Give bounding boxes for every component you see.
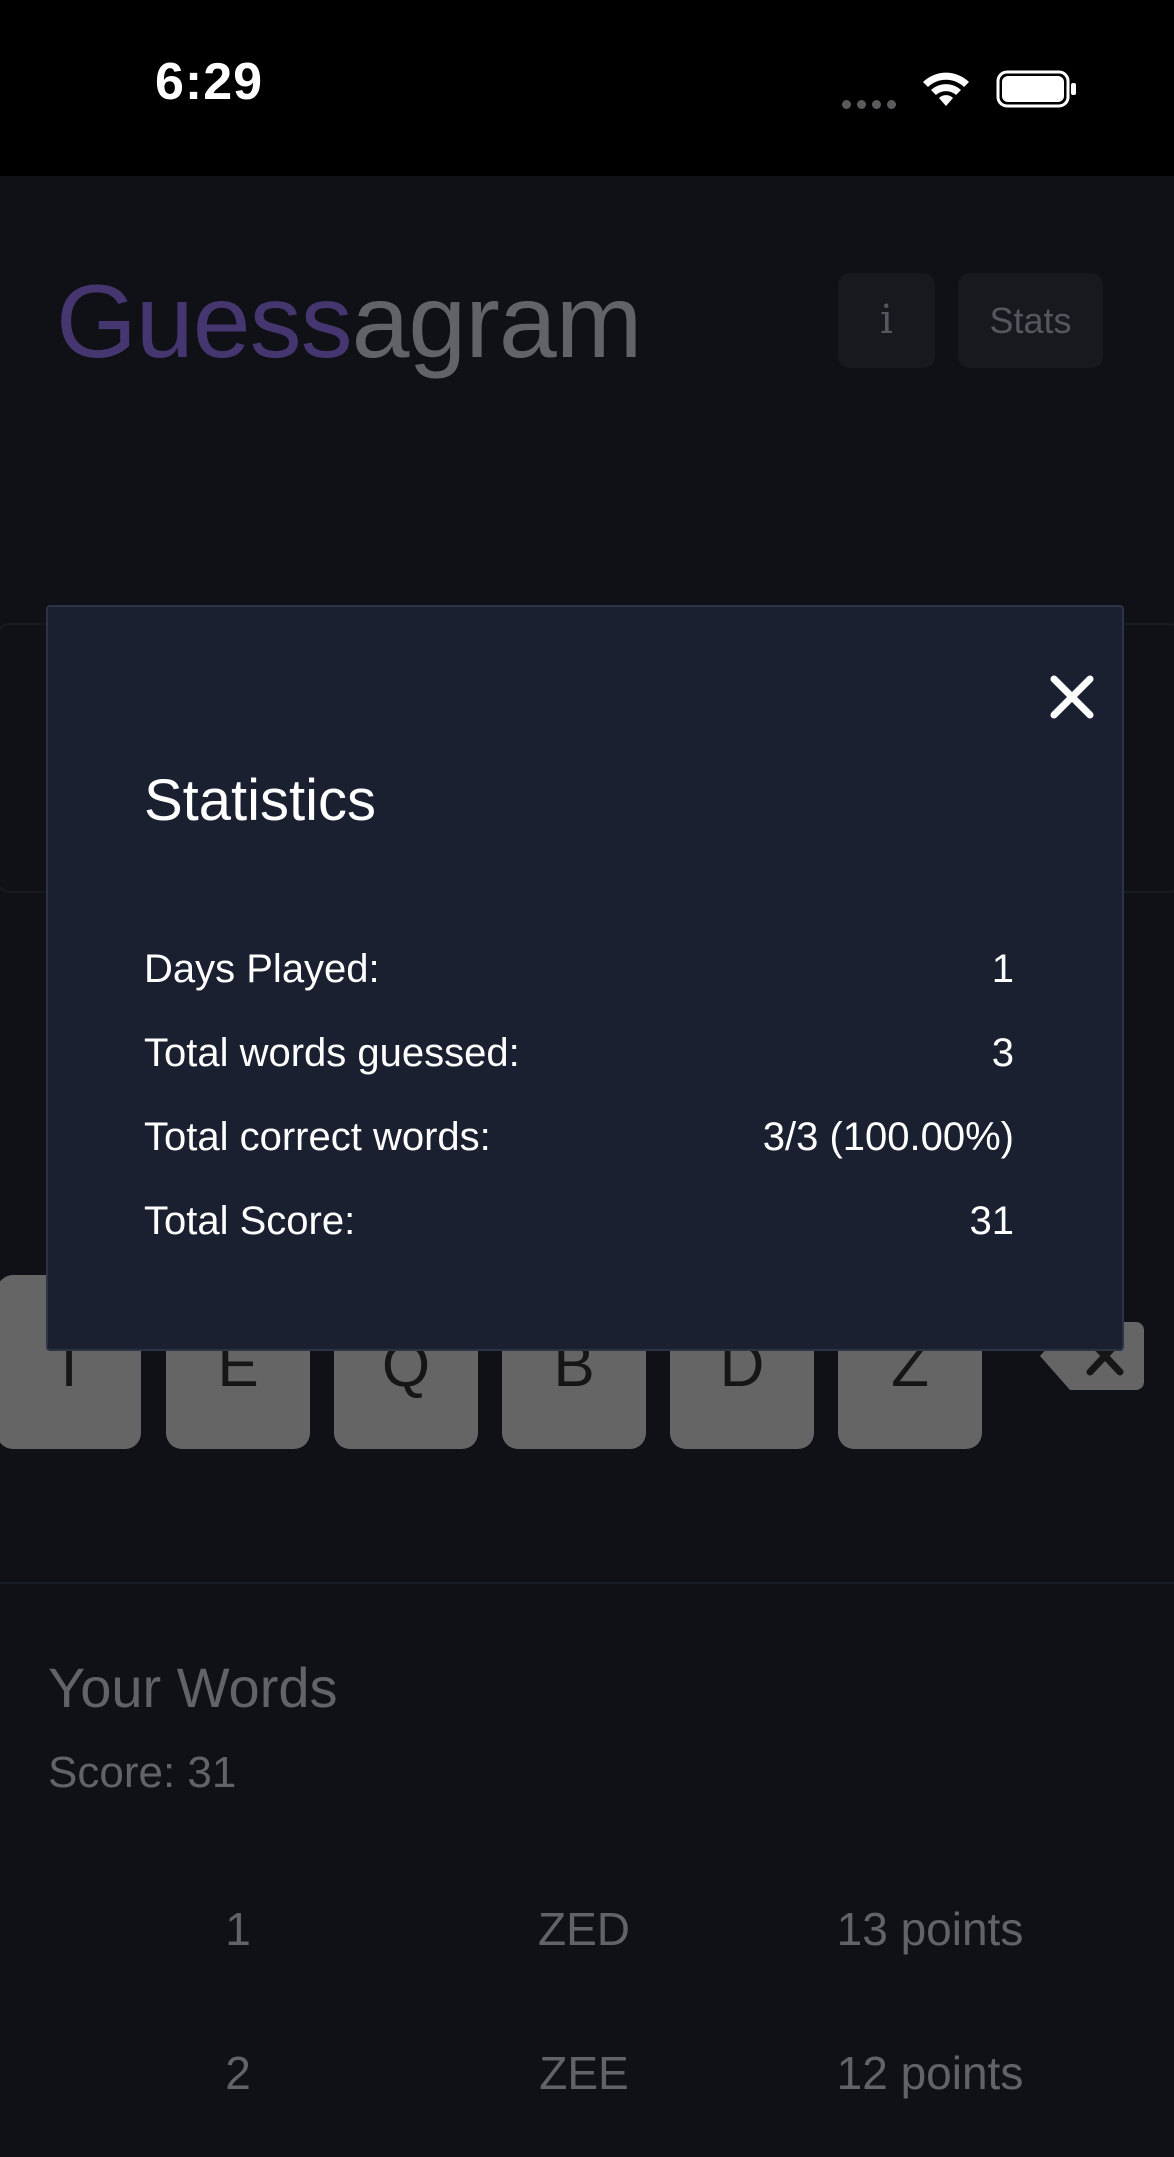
stat-value: 31 [969, 1199, 1015, 1243]
battery-icon [996, 70, 1076, 108]
status-time: 6:29 [155, 53, 264, 111]
signal-dots-icon [842, 96, 902, 109]
stat-value: 3 [991, 1031, 1014, 1075]
stat-value: 1 [991, 947, 1014, 991]
stat-row-total-words-guessed: Total words guessed: 3 [144, 1031, 1014, 1081]
statistics-modal: Statistics Days Played: 1 Total words gu… [46, 605, 1124, 1351]
stat-label: Total words guessed: [144, 1031, 520, 1075]
stat-row-total-correct-words: Total correct words: 3/3 (100.00%) [144, 1115, 1014, 1165]
stat-row-days-played: Days Played: 1 [144, 947, 1014, 997]
stat-label: Total correct words: [144, 1115, 491, 1159]
stat-label: Total Score: [144, 1199, 356, 1243]
wifi-icon [923, 72, 969, 106]
stat-label: Days Played: [144, 947, 380, 991]
close-icon[interactable] [1032, 657, 1112, 737]
modal-title: Statistics [144, 768, 377, 833]
stat-value: 3/3 (100.00%) [762, 1115, 1014, 1159]
stat-row-total-score: Total Score: 31 [144, 1199, 1014, 1249]
status-bar: 6:29 [0, 0, 1174, 176]
app-screen: 6:29 Guessagram i Stats T E Q B D Z Your… [0, 0, 1174, 2157]
